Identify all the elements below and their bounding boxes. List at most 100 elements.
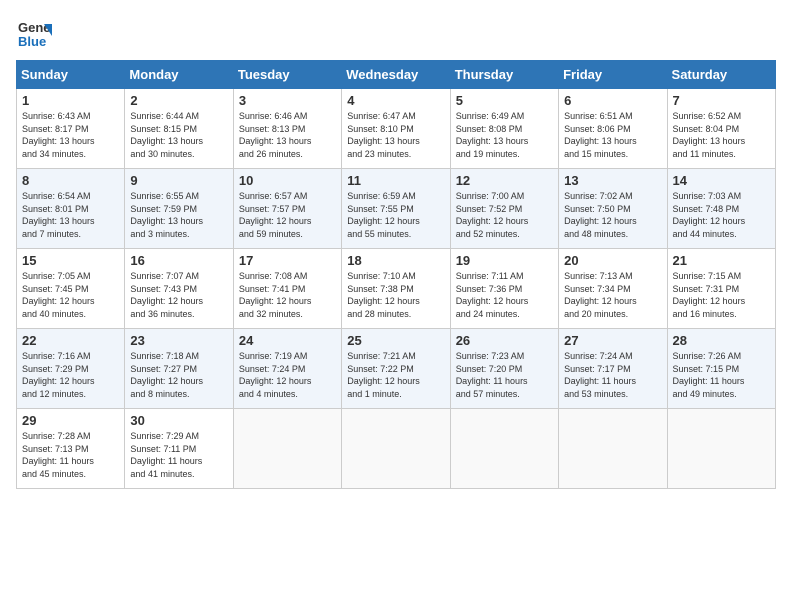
day-number: 6	[564, 93, 661, 108]
day-info: Sunrise: 7:19 AM Sunset: 7:24 PM Dayligh…	[239, 350, 336, 400]
calendar-cell	[233, 409, 341, 489]
day-number: 13	[564, 173, 661, 188]
day-info: Sunrise: 7:13 AM Sunset: 7:34 PM Dayligh…	[564, 270, 661, 320]
day-number: 9	[130, 173, 227, 188]
page-header: General Blue	[16, 16, 776, 52]
day-info: Sunrise: 7:10 AM Sunset: 7:38 PM Dayligh…	[347, 270, 444, 320]
calendar-cell: 24 Sunrise: 7:19 AM Sunset: 7:24 PM Dayli…	[233, 329, 341, 409]
day-number: 2	[130, 93, 227, 108]
calendar-cell: 27Sunrise: 7:24 AM Sunset: 7:17 PM Dayli…	[559, 329, 667, 409]
day-info: Sunrise: 6:51 AM Sunset: 8:06 PM Dayligh…	[564, 110, 661, 160]
day-header-saturday: Saturday	[667, 61, 775, 89]
calendar-cell: 16 Sunrise: 7:07 AM Sunset: 7:43 PM Dayli…	[125, 249, 233, 329]
day-info: Sunrise: 7:08 AM Sunset: 7:41 PM Dayligh…	[239, 270, 336, 320]
calendar-cell: 1Sunrise: 6:43 AM Sunset: 8:17 PM Daylig…	[17, 89, 125, 169]
day-number: 12	[456, 173, 553, 188]
day-number: 14	[673, 173, 770, 188]
day-header-tuesday: Tuesday	[233, 61, 341, 89]
calendar-cell: 22 Sunrise: 7:16 AM Sunset: 7:29 PM Dayli…	[17, 329, 125, 409]
logo: General Blue	[16, 16, 52, 52]
calendar-cell: 13Sunrise: 7:02 AM Sunset: 7:50 PM Dayli…	[559, 169, 667, 249]
calendar-cell: 26Sunrise: 7:23 AM Sunset: 7:20 PM Dayli…	[450, 329, 558, 409]
calendar-table: SundayMondayTuesdayWednesdayThursdayFrid…	[16, 60, 776, 489]
calendar-cell	[559, 409, 667, 489]
calendar-cell: 15 Sunrise: 7:05 AM Sunset: 7:45 PM Dayli…	[17, 249, 125, 329]
calendar-cell	[342, 409, 450, 489]
calendar-cell	[450, 409, 558, 489]
day-info: Sunrise: 7:05 AM Sunset: 7:45 PM Dayligh…	[22, 270, 119, 320]
calendar-cell: 12 Sunrise: 7:00 AM Sunset: 7:52 PM Dayli…	[450, 169, 558, 249]
day-info: Sunrise: 6:54 AM Sunset: 8:01 PM Dayligh…	[22, 190, 119, 240]
day-number: 20	[564, 253, 661, 268]
day-header-sunday: Sunday	[17, 61, 125, 89]
day-number: 26	[456, 333, 553, 348]
calendar-cell: 3 Sunrise: 6:46 AM Sunset: 8:13 PM Daylig…	[233, 89, 341, 169]
day-number: 23	[130, 333, 227, 348]
day-info: Sunrise: 7:16 AM Sunset: 7:29 PM Dayligh…	[22, 350, 119, 400]
day-number: 29	[22, 413, 119, 428]
day-info: Sunrise: 6:57 AM Sunset: 7:57 PM Dayligh…	[239, 190, 336, 240]
day-number: 17	[239, 253, 336, 268]
day-number: 3	[239, 93, 336, 108]
day-number: 18	[347, 253, 444, 268]
day-number: 28	[673, 333, 770, 348]
day-number: 11	[347, 173, 444, 188]
day-number: 19	[456, 253, 553, 268]
calendar-cell: 7Sunrise: 6:52 AM Sunset: 8:04 PM Daylig…	[667, 89, 775, 169]
day-info: Sunrise: 7:07 AM Sunset: 7:43 PM Dayligh…	[130, 270, 227, 320]
day-header-monday: Monday	[125, 61, 233, 89]
week-row-3: 15 Sunrise: 7:05 AM Sunset: 7:45 PM Dayli…	[17, 249, 776, 329]
day-info: Sunrise: 7:15 AM Sunset: 7:31 PM Dayligh…	[673, 270, 770, 320]
calendar-cell: 18 Sunrise: 7:10 AM Sunset: 7:38 PM Dayli…	[342, 249, 450, 329]
day-info: Sunrise: 7:29 AM Sunset: 7:11 PM Dayligh…	[130, 430, 227, 480]
day-number: 22	[22, 333, 119, 348]
day-info: Sunrise: 7:21 AM Sunset: 7:22 PM Dayligh…	[347, 350, 444, 400]
calendar-cell: 10 Sunrise: 6:57 AM Sunset: 7:57 PM Dayli…	[233, 169, 341, 249]
day-number: 5	[456, 93, 553, 108]
day-number: 8	[22, 173, 119, 188]
days-header-row: SundayMondayTuesdayWednesdayThursdayFrid…	[17, 61, 776, 89]
calendar-cell: 14 Sunrise: 7:03 AM Sunset: 7:48 PM Dayli…	[667, 169, 775, 249]
day-number: 24	[239, 333, 336, 348]
week-row-4: 22 Sunrise: 7:16 AM Sunset: 7:29 PM Dayli…	[17, 329, 776, 409]
calendar-cell: 6 Sunrise: 6:51 AM Sunset: 8:06 PM Daylig…	[559, 89, 667, 169]
day-info: Sunrise: 7:28 AM Sunset: 7:13 PM Dayligh…	[22, 430, 119, 480]
calendar-cell: 8 Sunrise: 6:54 AM Sunset: 8:01 PM Daylig…	[17, 169, 125, 249]
day-info: Sunrise: 7:00 AM Sunset: 7:52 PM Dayligh…	[456, 190, 553, 240]
day-info: Sunrise: 6:46 AM Sunset: 8:13 PM Dayligh…	[239, 110, 336, 160]
calendar-cell: 28Sunrise: 7:26 AM Sunset: 7:15 PM Dayli…	[667, 329, 775, 409]
week-row-5: 29 Sunrise: 7:28 AM Sunset: 7:13 PM Dayli…	[17, 409, 776, 489]
day-number: 27	[564, 333, 661, 348]
week-row-2: 8 Sunrise: 6:54 AM Sunset: 8:01 PM Daylig…	[17, 169, 776, 249]
day-header-friday: Friday	[559, 61, 667, 89]
calendar-cell: 23Sunrise: 7:18 AM Sunset: 7:27 PM Dayli…	[125, 329, 233, 409]
calendar-cell: 25 Sunrise: 7:21 AM Sunset: 7:22 PM Dayli…	[342, 329, 450, 409]
day-number: 15	[22, 253, 119, 268]
day-info: Sunrise: 6:52 AM Sunset: 8:04 PM Dayligh…	[673, 110, 770, 160]
calendar-cell	[667, 409, 775, 489]
day-info: Sunrise: 6:47 AM Sunset: 8:10 PM Dayligh…	[347, 110, 444, 160]
calendar-cell: 4 Sunrise: 6:47 AM Sunset: 8:10 PM Daylig…	[342, 89, 450, 169]
calendar-cell: 2 Sunrise: 6:44 AM Sunset: 8:15 PM Daylig…	[125, 89, 233, 169]
day-number: 30	[130, 413, 227, 428]
calendar-cell: 11 Sunrise: 6:59 AM Sunset: 7:55 PM Dayli…	[342, 169, 450, 249]
day-info: Sunrise: 6:49 AM Sunset: 8:08 PM Dayligh…	[456, 110, 553, 160]
day-info: Sunrise: 6:43 AM Sunset: 8:17 PM Dayligh…	[22, 110, 119, 160]
calendar-cell: 21 Sunrise: 7:15 AM Sunset: 7:31 PM Dayli…	[667, 249, 775, 329]
day-info: Sunrise: 6:59 AM Sunset: 7:55 PM Dayligh…	[347, 190, 444, 240]
day-number: 16	[130, 253, 227, 268]
day-info: Sunrise: 7:11 AM Sunset: 7:36 PM Dayligh…	[456, 270, 553, 320]
day-info: Sunrise: 7:03 AM Sunset: 7:48 PM Dayligh…	[673, 190, 770, 240]
day-header-wednesday: Wednesday	[342, 61, 450, 89]
day-number: 10	[239, 173, 336, 188]
day-number: 4	[347, 93, 444, 108]
calendar-cell: 5 Sunrise: 6:49 AM Sunset: 8:08 PM Daylig…	[450, 89, 558, 169]
calendar-cell: 30 Sunrise: 7:29 AM Sunset: 7:11 PM Dayli…	[125, 409, 233, 489]
calendar-cell: 17 Sunrise: 7:08 AM Sunset: 7:41 PM Dayli…	[233, 249, 341, 329]
week-row-1: 1Sunrise: 6:43 AM Sunset: 8:17 PM Daylig…	[17, 89, 776, 169]
day-info: Sunrise: 6:55 AM Sunset: 7:59 PM Dayligh…	[130, 190, 227, 240]
day-header-thursday: Thursday	[450, 61, 558, 89]
day-number: 25	[347, 333, 444, 348]
day-info: Sunrise: 6:44 AM Sunset: 8:15 PM Dayligh…	[130, 110, 227, 160]
day-number: 21	[673, 253, 770, 268]
